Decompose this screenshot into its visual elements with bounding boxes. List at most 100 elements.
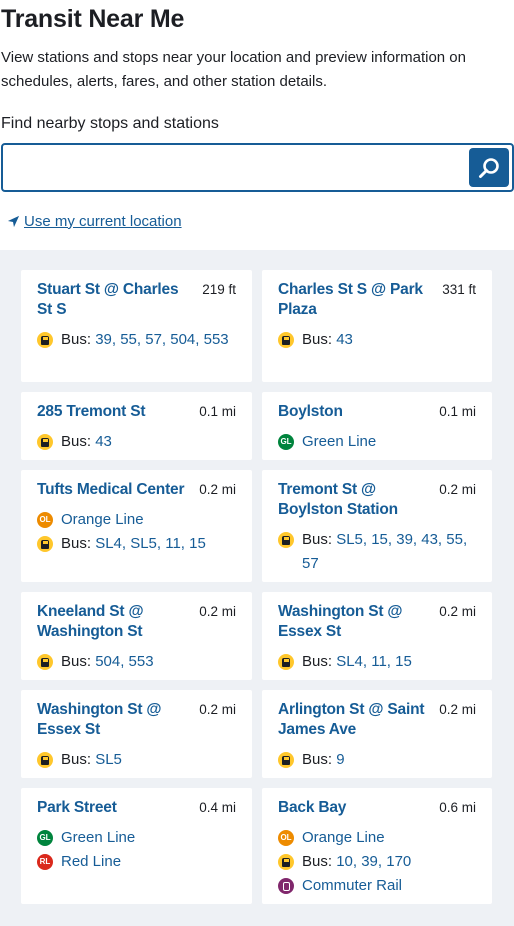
route-links[interactable]: Commuter Rail [302, 877, 402, 894]
route-prefix: Bus: [302, 751, 337, 768]
commuter-rail-icon [278, 878, 294, 894]
search-input[interactable] [3, 145, 469, 190]
search-button[interactable] [469, 148, 509, 187]
results-panel: Stuart St @ Charles St S 219 ft Bus: 39, 5… [0, 250, 514, 926]
route-text: Green Line [61, 826, 135, 850]
stop-name[interactable]: Back Bay [278, 798, 346, 818]
stop-card-header: Washington St @ Essex St 0.2 mi [278, 602, 476, 642]
page-header: Transit Near Me View stations and stops … [0, 0, 514, 231]
stop-name[interactable]: Kneeland St @ Washington St [37, 602, 187, 642]
route-row: Bus: SL5 [37, 748, 236, 772]
stop-distance: 0.2 mi [439, 482, 476, 497]
route-prefix: Bus: [302, 331, 337, 348]
page-title: Transit Near Me [1, 5, 185, 33]
route-text: Orange Line [302, 826, 385, 850]
stop-card[interactable]: Boylston 0.1 mi GL Green Line [262, 392, 492, 460]
route-text: Bus: 10, 39, 170 [302, 850, 411, 874]
stop-name[interactable]: 285 Tremont St [37, 402, 146, 422]
route-links[interactable]: SL4, SL5, 11, 15 [95, 535, 206, 552]
stop-name[interactable]: Arlington St @ Saint James Ave [278, 700, 428, 740]
route-text: Bus: SL5, 15, 39, 43, 55, 57 [302, 528, 476, 576]
stop-name[interactable]: Boylston [278, 402, 343, 422]
stop-card[interactable]: Stuart St @ Charles St S 219 ft Bus: 39, 5… [21, 270, 252, 382]
route-links[interactable]: Green Line [302, 433, 376, 450]
route-row: Bus: 9 [278, 748, 476, 772]
route-text: Red Line [61, 850, 121, 874]
stop-card-header: Tremont St @ Boylston Station 0.2 mi [278, 480, 476, 520]
stop-name[interactable]: Charles St S @ Park Plaza [278, 280, 428, 320]
bus-icon [37, 536, 53, 552]
route-links[interactable]: Orange Line [302, 829, 385, 846]
route-text: Bus: 9 [302, 748, 345, 772]
route-prefix: Bus: [61, 751, 96, 768]
stop-card-header: Tufts Medical Center 0.2 mi [37, 480, 236, 500]
route-row: Bus: 39, 55, 57, 504, 553 [37, 328, 236, 352]
search-box [1, 143, 514, 192]
stop-distance: 0.4 mi [199, 800, 236, 815]
route-links[interactable]: Orange Line [61, 511, 144, 528]
stop-card[interactable]: Back Bay 0.6 mi OL Orange Line Bus: 10, 39, … [262, 788, 492, 904]
route-row: GL Green Line [37, 826, 236, 850]
route-text: Bus: SL4, SL5, 11, 15 [61, 532, 206, 556]
stop-distance: 0.2 mi [199, 482, 236, 497]
stop-card-header: Kneeland St @ Washington St 0.2 mi [37, 602, 236, 642]
bus-icon [37, 654, 53, 670]
route-links[interactable]: Green Line [61, 829, 135, 846]
route-row: Commuter Rail [278, 874, 476, 898]
stop-card-header: Back Bay 0.6 mi [278, 798, 476, 818]
orange-line-icon: OL [278, 830, 294, 846]
stop-card[interactable]: Charles St S @ Park Plaza 331 ft Bus: 43 [262, 270, 492, 382]
route-row: GL Green Line [278, 430, 476, 454]
route-links[interactable]: 10, 39, 170 [336, 853, 411, 870]
route-text: Commuter Rail [302, 874, 402, 898]
search-icon [479, 157, 499, 178]
route-prefix: Bus: [61, 653, 96, 670]
stop-card[interactable]: Kneeland St @ Washington St 0.2 mi Bus: 50… [21, 592, 252, 680]
stop-card[interactable]: 285 Tremont St 0.1 mi Bus: 43 [21, 392, 252, 460]
stop-distance: 331 ft [442, 282, 476, 297]
stop-distance: 0.2 mi [439, 604, 476, 619]
route-links[interactable]: 43 [95, 433, 112, 450]
route-row: Bus: 43 [278, 328, 476, 352]
route-text: Bus: 504, 553 [61, 650, 154, 674]
route-row: OL Orange Line [278, 826, 476, 850]
route-links[interactable]: Red Line [61, 853, 121, 870]
stop-name[interactable]: Tremont St @ Boylston Station [278, 480, 428, 520]
route-links[interactable]: 39, 55, 57, 504, 553 [95, 331, 228, 348]
use-location-link[interactable]: Use my current location [1, 211, 514, 231]
route-row: Bus: SL5, 15, 39, 43, 55, 57 [278, 528, 476, 576]
route-links[interactable]: SL5 [95, 751, 122, 768]
bus-icon [278, 532, 294, 548]
stop-name[interactable]: Stuart St @ Charles St S [37, 280, 187, 320]
bus-icon [37, 752, 53, 768]
stop-card[interactable]: Tufts Medical Center 0.2 mi OL Orange Line B… [21, 470, 252, 582]
route-links[interactable]: 9 [336, 751, 344, 768]
stop-name[interactable]: Washington St @ Essex St [278, 602, 428, 642]
stop-card[interactable]: Arlington St @ Saint James Ave 0.2 mi Bus:… [262, 690, 492, 778]
bus-icon [278, 854, 294, 870]
route-text: Bus: 39, 55, 57, 504, 553 [61, 328, 229, 352]
stop-distance: 0.2 mi [199, 702, 236, 717]
stop-name[interactable]: Washington St @ Essex St [37, 700, 187, 740]
route-links[interactable]: SL4, 11, 15 [336, 653, 412, 670]
route-text: Green Line [302, 430, 376, 454]
stop-card[interactable]: Washington St @ Essex St 0.2 mi Bus: SL4, … [262, 592, 492, 680]
route-links[interactable]: 504, 553 [95, 653, 153, 670]
stop-card[interactable]: Park Street 0.4 mi GL Green Line RL Red Line [21, 788, 252, 904]
stop-name[interactable]: Park Street [37, 798, 117, 818]
route-text: Bus: SL5 [61, 748, 122, 772]
stop-card-header: Arlington St @ Saint James Ave 0.2 mi [278, 700, 476, 740]
stop-card[interactable]: Washington St @ Essex St 0.2 mi Bus: SL5 [21, 690, 252, 778]
red-line-icon: RL [37, 854, 53, 870]
route-links[interactable]: 43 [336, 331, 353, 348]
bus-icon [278, 332, 294, 348]
stop-name[interactable]: Tufts Medical Center [37, 480, 184, 500]
route-row: Bus: SL4, SL5, 11, 15 [37, 532, 236, 556]
stop-card[interactable]: Tremont St @ Boylston Station 0.2 mi Bus: … [262, 470, 492, 582]
bus-icon [278, 752, 294, 768]
stop-distance: 0.2 mi [199, 604, 236, 619]
stop-card-header: Charles St S @ Park Plaza 331 ft [278, 280, 476, 320]
route-text: Orange Line [61, 508, 144, 532]
stop-card-header: 285 Tremont St 0.1 mi [37, 402, 236, 422]
bus-icon [37, 332, 53, 348]
